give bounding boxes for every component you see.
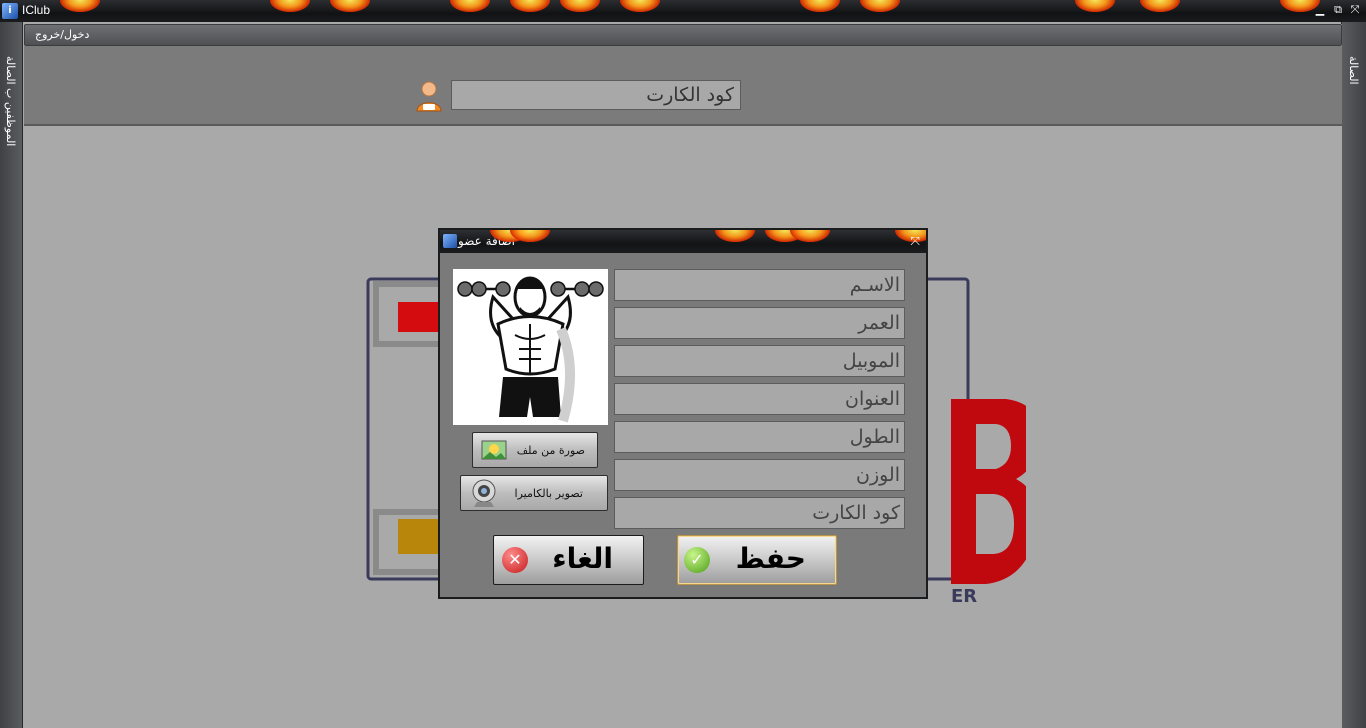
save-label: حفظ bbox=[735, 542, 806, 575]
address-input[interactable]: العنوان bbox=[614, 383, 905, 415]
flame-decoration bbox=[60, 0, 100, 12]
photo-from-file-label: صورة من ملف bbox=[516, 444, 585, 457]
right-panel-label: الصالة bbox=[1347, 56, 1360, 85]
cancel-button[interactable]: ✕ الغاء bbox=[493, 535, 644, 585]
flame-decoration bbox=[715, 230, 755, 242]
svg-text:ER: ER bbox=[951, 586, 977, 607]
cancel-x-icon: ✕ bbox=[502, 547, 528, 573]
weight-input[interactable]: الوزن bbox=[614, 459, 905, 491]
dialog-app-icon bbox=[443, 234, 457, 248]
camera-capture-button[interactable]: تصوير بالكاميرا bbox=[460, 475, 608, 511]
image-file-icon bbox=[481, 440, 507, 460]
flame-decoration bbox=[860, 0, 900, 12]
menu-bar: دخول/خروج bbox=[24, 24, 1342, 46]
flame-decoration bbox=[560, 0, 600, 12]
flame-decoration bbox=[1140, 0, 1180, 12]
member-form: الاسـم العمر الموبيل العنوان الطول الوزن… bbox=[614, 269, 905, 535]
camera-capture-label: تصوير بالكاميرا bbox=[514, 487, 583, 500]
flame-decoration bbox=[1075, 0, 1115, 12]
mobile-input[interactable]: الموبيل bbox=[614, 345, 905, 377]
add-member-dialog: اضافة عضو ⤧ الاسـم العمر الموبيل العنوان… bbox=[438, 228, 928, 599]
left-side-panel[interactable]: الموظفين ب الصالة bbox=[0, 22, 23, 728]
flame-decoration bbox=[620, 0, 660, 12]
right-side-panel[interactable]: الصالة bbox=[1341, 22, 1366, 728]
webcam-icon bbox=[472, 479, 496, 507]
window-title: IClub bbox=[22, 3, 51, 17]
save-check-icon: ✓ bbox=[684, 547, 710, 573]
flame-decoration bbox=[450, 0, 490, 12]
photo-from-file-button[interactable]: صورة من ملف bbox=[472, 432, 598, 468]
flame-decoration bbox=[510, 230, 550, 242]
fullscreen-button[interactable]: ⤧ bbox=[1349, 4, 1361, 16]
flame-decoration bbox=[790, 230, 830, 242]
flame-decoration bbox=[270, 0, 310, 12]
dialog-resize-icon[interactable]: ⤧ bbox=[910, 234, 920, 249]
cancel-label: الغاء bbox=[552, 542, 613, 575]
card-code-input[interactable]: كود الكارت bbox=[451, 80, 741, 110]
card-lookup-bar: كود الكارت bbox=[24, 46, 1342, 126]
save-button[interactable]: ✓ حفظ bbox=[677, 535, 837, 585]
flame-decoration bbox=[330, 0, 370, 12]
dialog-titlebar: اضافة عضو ⤧ bbox=[440, 230, 926, 253]
height-input[interactable]: الطول bbox=[614, 421, 905, 453]
restore-button[interactable]: ⧉ bbox=[1332, 4, 1344, 16]
name-input[interactable]: الاسـم bbox=[614, 269, 905, 301]
card-code-field[interactable]: كود الكارت bbox=[614, 497, 905, 529]
user-icon bbox=[416, 81, 442, 112]
minimize-button[interactable]: ▁ bbox=[1314, 4, 1326, 16]
member-photo-placeholder bbox=[453, 269, 608, 425]
menu-item-login-logout[interactable]: دخول/خروج bbox=[35, 28, 89, 41]
iclub-app-icon: i bbox=[2, 3, 18, 19]
window-titlebar: i IClub ▁ ⧉ ⤧ bbox=[0, 0, 1366, 22]
flame-decoration bbox=[510, 0, 550, 12]
age-input[interactable]: العمر bbox=[614, 307, 905, 339]
flame-decoration bbox=[800, 0, 840, 12]
left-panel-label: الموظفين ب الصالة bbox=[4, 56, 17, 147]
